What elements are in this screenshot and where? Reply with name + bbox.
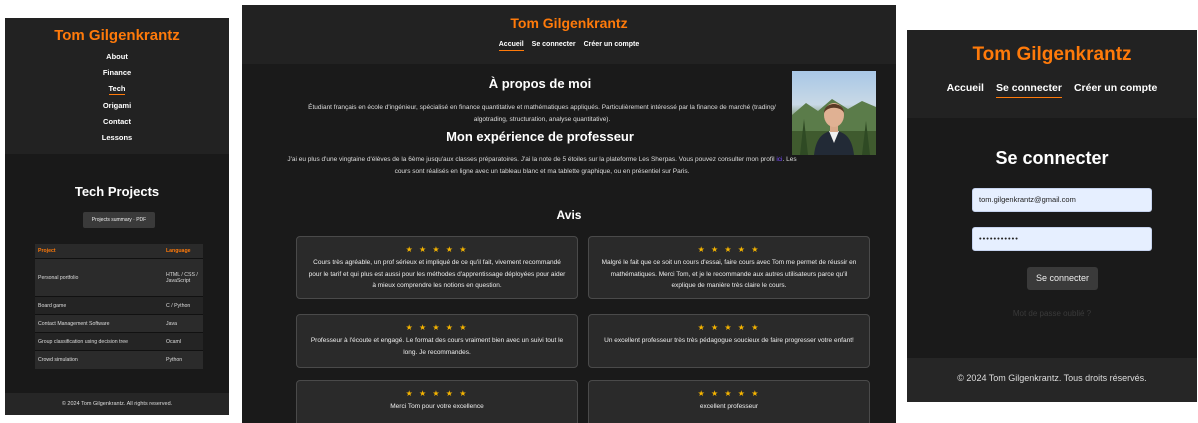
review-card: ★ ★ ★ ★ ★ Cours très agréable, un prof s… — [296, 236, 578, 299]
nav-item-se-connecter[interactable]: Se connecter — [995, 82, 1062, 98]
nav-item-lessons[interactable]: Lessons — [102, 133, 132, 143]
about-text: Étudiant français en école d'ingénieur, … — [308, 104, 776, 123]
main-nav: Accueil Se connecter Créer un compte — [242, 41, 896, 51]
nav-item-finance[interactable]: Finance — [103, 68, 131, 78]
review-text: Cours très agréable, un prof sérieux et … — [308, 259, 566, 289]
project-cell: Board game — [35, 296, 163, 315]
review-text: Professeur à l'écoute et engagé. Le form… — [310, 337, 564, 356]
projects-pdf-button[interactable]: Projects summary · PDF — [83, 212, 155, 228]
password-field[interactable]: ••••••••••• — [972, 227, 1152, 251]
main-nav: Accueil Se connecter Créer un compte — [907, 82, 1197, 98]
language-cell: Ocaml — [163, 332, 203, 351]
column-header-language: Language — [163, 244, 203, 259]
review-card: ★ ★ ★ ★ ★ Merci Tom pour votre excellenc… — [296, 380, 578, 423]
forgot-password-link[interactable]: Mot de passe oublié ? — [907, 309, 1197, 318]
site-title[interactable]: Tom Gilgenkrantz — [242, 15, 896, 31]
star-rating-icon: ★ ★ ★ ★ ★ — [697, 245, 761, 254]
reviews-title: Avis — [556, 208, 582, 222]
table-row: Personal portfolio HTML / CSS / JavaScri… — [35, 258, 203, 297]
project-cell: Group classification using decision tree — [35, 332, 163, 351]
language-cell: Java — [163, 314, 203, 333]
login-button[interactable]: Se connecter — [1027, 267, 1098, 290]
header: Tom Gilgenkrantz About Finance Tech Orig… — [5, 18, 229, 154]
language-cell: HTML / CSS / JavaScript — [163, 258, 203, 297]
review-text: Merci Tom pour votre excellence — [390, 403, 484, 410]
review-text: Malgré le fait que ce soit un cours d'es… — [601, 259, 857, 289]
profile-photo — [792, 71, 876, 155]
table-row: Crowd simulation Python — [35, 350, 203, 369]
nav-item-accueil[interactable]: Accueil — [947, 82, 984, 98]
star-rating-icon: ★ ★ ★ ★ ★ — [697, 389, 761, 398]
experience-text: J'ai eu plus d'une vingtaine d'élèves de… — [287, 154, 797, 178]
nav-item-tech[interactable]: Tech — [108, 84, 126, 95]
language-cell: Python — [163, 350, 203, 369]
table-row: Group classification using decision tree… — [35, 332, 203, 351]
portrait-image — [792, 99, 876, 155]
nav-item-accueil[interactable]: Accueil — [498, 41, 524, 51]
review-card: ★ ★ ★ ★ ★ excellent professeur — [588, 380, 870, 423]
project-cell: Personal portfolio — [35, 258, 163, 297]
main-nav: About Finance Tech Origami Contact Lesso… — [5, 52, 229, 143]
email-field[interactable]: tom.gilgenkrantz@gmail.com — [972, 188, 1152, 212]
review-text: Un excellent professeur très très pédago… — [604, 337, 854, 344]
star-rating-icon: ★ ★ ★ ★ ★ — [697, 323, 761, 332]
table-header-row: Project Language — [35, 244, 203, 259]
footer: © 2024 Tom Gilgenkrantz. All rights rese… — [5, 393, 229, 415]
table-row: Board game C / Python — [35, 296, 203, 315]
star-rating-icon: ★ ★ ★ ★ ★ — [405, 245, 469, 254]
main-content: Tech Projects Projects summary · PDF Pro… — [5, 154, 229, 394]
projects-table: Project Language Personal portfolio HTML… — [35, 244, 203, 369]
review-card: ★ ★ ★ ★ ★ Malgré le fait que ce soit un … — [588, 236, 870, 299]
star-rating-icon: ★ ★ ★ ★ ★ — [405, 389, 469, 398]
site-title[interactable]: Tom Gilgenkrantz — [907, 44, 1197, 66]
review-card: ★ ★ ★ ★ ★ Professeur à l'écoute et engag… — [296, 314, 578, 368]
login-page-screenshot: Tom Gilgenkrantz Accueil Se connecter Cr… — [907, 30, 1197, 402]
table-row: Contact Management Software Java — [35, 314, 203, 333]
home-page-screenshot: Tom Gilgenkrantz Accueil Se connecter Cr… — [242, 5, 896, 423]
nav-item-creer-compte[interactable]: Créer un compte — [584, 41, 640, 51]
about-title: À propos de moi — [488, 76, 592, 91]
review-text: excellent professeur — [699, 403, 759, 410]
nav-item-se-connecter[interactable]: Se connecter — [532, 41, 576, 51]
footer: © 2024 Tom Gilgenkrantz. Tous droits rés… — [907, 358, 1197, 402]
experience-text-part: J'ai eu plus d'une vingtaine d'élèves de… — [287, 156, 775, 163]
project-cell: Crowd simulation — [35, 350, 163, 369]
review-card: ★ ★ ★ ★ ★ Un excellent professeur très t… — [588, 314, 870, 368]
experience-title: Mon expérience de professeur — [446, 129, 634, 144]
star-rating-icon: ★ ★ ★ ★ ★ — [405, 323, 469, 332]
nav-item-origami[interactable]: Origami — [103, 101, 131, 111]
section-title: Tech Projects — [74, 184, 160, 199]
nav-item-about[interactable]: About — [106, 52, 128, 62]
column-header-project: Project — [35, 244, 163, 259]
header: Tom Gilgenkrantz Accueil Se connecter Cr… — [907, 30, 1197, 118]
nav-item-contact[interactable]: Contact — [103, 117, 131, 127]
nav-item-creer-compte[interactable]: Créer un compte — [1074, 82, 1157, 98]
header: Tom Gilgenkrantz Accueil Se connecter Cr… — [242, 5, 896, 64]
project-cell: Contact Management Software — [35, 314, 163, 333]
tech-page-screenshot: Tom Gilgenkrantz About Finance Tech Orig… — [5, 18, 229, 415]
login-title: Se connecter — [995, 148, 1109, 168]
language-cell: C / Python — [163, 296, 203, 315]
site-title[interactable]: Tom Gilgenkrantz — [5, 27, 229, 44]
